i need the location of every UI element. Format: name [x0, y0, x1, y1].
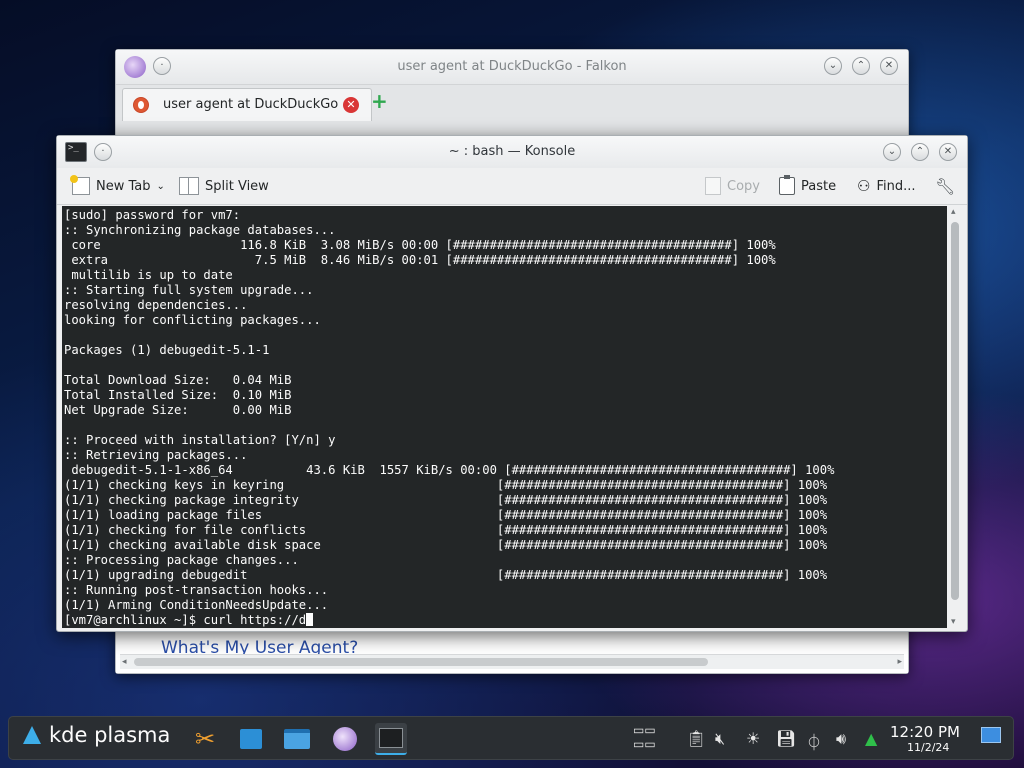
pager-icon[interactable]: ▭▭ ▭▭	[633, 723, 656, 751]
chevron-down-icon[interactable]: ⌄	[157, 181, 165, 192]
konsole-toolbar: New Tab ⌄ Split View Copy Paste ⚇ Find..…	[57, 168, 967, 205]
falkon-titlebar[interactable]: · user agent at DuckDuckGo - Falkon ⌄ ⌃ …	[116, 50, 908, 85]
terminal-line: extra 7.5 MiB 8.46 MiB/s 00:01 [########…	[71, 253, 776, 267]
find-label: Find...	[876, 178, 916, 194]
disk-icon[interactable]: 💾︎	[776, 729, 796, 748]
falkon-tab[interactable]: user agent at DuckDuckGo ✕	[122, 88, 372, 121]
binoculars-icon: ⚇	[857, 177, 871, 195]
terminal-line: [sudo] password for vm7:	[64, 208, 241, 222]
falkon-tab-bar: user agent at DuckDuckGo ✕ +	[116, 85, 908, 122]
terminal-line: (1/1) loading package files [###########…	[64, 508, 828, 522]
terminal-line: Total Download Size: 0.04 MiB	[64, 373, 292, 387]
falkon-scroll-thumb[interactable]	[134, 658, 708, 666]
terminal-prompt[interactable]: [vm7@archlinux ~]$ curl https://d	[64, 613, 306, 627]
konsole-minimize-button[interactable]: ⌄	[883, 143, 901, 161]
scroll-up-arrow-icon[interactable]: ▴	[951, 207, 956, 217]
split-view-icon	[179, 177, 199, 195]
show-desktop-icon[interactable]	[981, 727, 1001, 743]
terminal-line: (1/1) upgrading debugedit [#############…	[64, 568, 828, 582]
falkon-window-title: user agent at DuckDuckGo - Falkon	[397, 59, 627, 74]
brightness-icon[interactable]: ☀	[746, 729, 760, 748]
taskbar-system-settings[interactable]: ✂︎	[189, 723, 221, 755]
paste-button[interactable]: Paste	[779, 175, 837, 196]
network-icon[interactable]: ▲	[865, 729, 877, 748]
terminal-line: :: Proceed with installation? [Y/n] y	[64, 433, 336, 447]
falkon-icon	[333, 727, 357, 751]
terminal-line: :: Running post-transaction hooks...	[64, 583, 329, 597]
new-tab-plus-icon[interactable]: +	[371, 91, 388, 111]
konsole-window-title: ~ : bash — Konsole	[448, 144, 576, 159]
falkon-minimize-button[interactable]: ⌄	[824, 57, 842, 75]
terminal-line: :: Processing package changes...	[64, 553, 299, 567]
volume-icon[interactable]: 🔊︎	[836, 729, 846, 749]
terminal-scroll-thumb[interactable]	[951, 222, 959, 600]
split-view-button[interactable]: Split View	[179, 176, 269, 196]
copy-button[interactable]: Copy	[705, 176, 760, 196]
taskbar-falkon[interactable]	[329, 723, 361, 755]
terminal-line: core 116.8 KiB 3.08 MiB/s 00:00 [#######…	[71, 238, 776, 252]
taskbar-konsole[interactable]	[375, 723, 407, 755]
terminal-cursor	[306, 613, 314, 626]
konsole-window[interactable]: >_ · ~ : bash — Konsole ⌄ ⌃ ✕ New Tab ⌄ …	[56, 135, 968, 632]
scroll-left-arrow-icon[interactable]: ◂	[122, 655, 127, 669]
new-tab-label: New Tab	[96, 178, 151, 194]
clock-time[interactable]: 12:20 PM	[890, 723, 960, 741]
terminal-line: Packages (1) debugedit-5.1-1	[64, 343, 270, 357]
updates-icon[interactable]: ⏀	[806, 729, 822, 753]
terminal-line: multilib is up to date	[71, 268, 233, 282]
terminal-line: (1/1) checking for file conflicts [#####…	[64, 523, 828, 537]
terminal-line: debugedit-5.1-1-x86_64 43.6 KiB 1557 KiB…	[71, 463, 835, 477]
copy-icon	[705, 177, 721, 195]
konsole-maximize-button[interactable]: ⌃	[911, 143, 929, 161]
konsole-close-button[interactable]: ✕	[939, 143, 957, 161]
terminal-output[interactable]: [sudo] password for vm7: :: Synchronizin…	[62, 206, 947, 628]
terminal-line: (1/1) checking available disk space [###…	[64, 538, 828, 552]
wrench-icon: 🔧︎	[935, 176, 956, 196]
split-view-label: Split View	[205, 178, 269, 194]
new-tab-icon	[70, 175, 90, 195]
taskbar-dolphin[interactable]	[281, 723, 313, 755]
settings-button[interactable]: 🔧︎	[935, 176, 955, 196]
terminal-line: Total Installed Size: 0.10 MiB	[64, 388, 292, 402]
konsole-titlebar[interactable]: >_ · ~ : bash — Konsole ⌄ ⌃ ✕	[57, 136, 967, 168]
terminal-line: looking for conflicting packages...	[64, 313, 321, 327]
taskbar: kde plasma ✂︎ ▭▭ ▭▭ 📋︎ 🔇︎ ☀ 💾︎ ⏀ 🔊︎ ▲ 12:…	[8, 716, 1014, 760]
tools-icon: ✂︎	[194, 725, 216, 753]
paste-label: Paste	[801, 178, 837, 194]
terminal-line: :: Synchronizing package databases...	[64, 223, 336, 237]
scroll-right-arrow-icon[interactable]: ▸	[897, 655, 902, 669]
terminal-line: :: Retrieving packages...	[64, 448, 248, 462]
falkon-horizontal-scrollbar[interactable]: ◂ ▸	[120, 654, 904, 669]
terminal-line: (1/1) checking keys in keyring [########…	[64, 478, 828, 492]
falkon-tab-label: user agent at DuckDuckGo	[163, 97, 339, 112]
terminal-line: resolving dependencies...	[64, 298, 248, 312]
scroll-down-arrow-icon[interactable]: ▾	[951, 617, 956, 627]
terminal-line: Net Upgrade Size: 0.00 MiB	[64, 403, 292, 417]
terminal-text: [sudo] password for vm7: :: Synchronizin…	[62, 206, 947, 628]
launcher-label: kde plasma	[49, 723, 171, 747]
new-tab-button[interactable]: New Tab ⌄	[70, 175, 165, 196]
terminal-line: (1/1) Arming ConditionNeedsUpdate...	[64, 598, 329, 612]
application-launcher[interactable]: kde plasma	[23, 723, 170, 747]
find-button[interactable]: ⚇ Find...	[857, 176, 916, 196]
copy-label: Copy	[727, 178, 760, 194]
terminal-line: :: Starting full system upgrade...	[64, 283, 314, 297]
taskbar-discover[interactable]	[235, 723, 267, 755]
plasma-logo-icon	[23, 726, 41, 744]
falkon-maximize-button[interactable]: ⌃	[852, 57, 870, 75]
terminal-vertical-scrollbar[interactable]: ▴ ▾	[948, 206, 962, 628]
duckduckgo-icon	[133, 97, 149, 113]
tab-close-icon[interactable]: ✕	[343, 97, 359, 113]
clipboard-icon[interactable]: 📋︎	[686, 729, 706, 748]
muted-speaker-icon[interactable]: 🔇︎	[715, 729, 725, 749]
folder-icon	[284, 729, 310, 749]
paste-icon	[779, 175, 795, 195]
clock-date[interactable]: 11/2/24	[907, 741, 949, 754]
terminal-line: (1/1) checking package integrity [######…	[64, 493, 828, 507]
falkon-close-button[interactable]: ✕	[880, 57, 898, 75]
shopping-bag-icon	[240, 729, 262, 749]
terminal-icon	[379, 728, 403, 748]
